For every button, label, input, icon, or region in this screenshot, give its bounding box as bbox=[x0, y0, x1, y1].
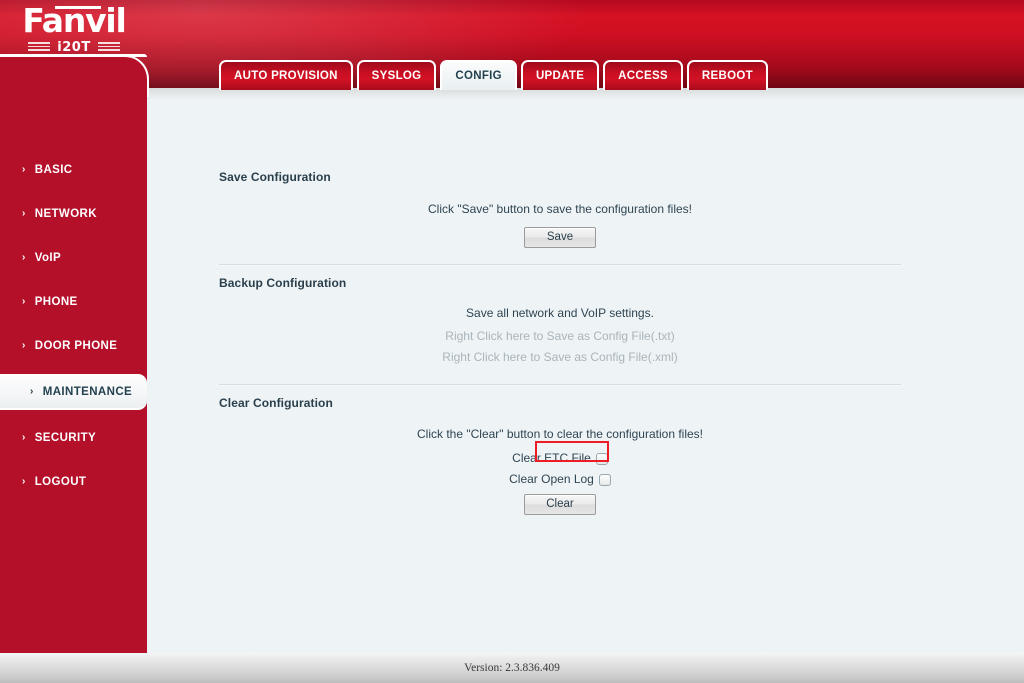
sidebar-item-network[interactable]: › NETWORK bbox=[0, 198, 147, 230]
clear-etc-file-label: Clear ETC File bbox=[512, 451, 591, 465]
sidebar-item-voip[interactable]: › VoIP bbox=[0, 242, 147, 274]
sidebar-item-label: PHONE bbox=[34, 296, 78, 308]
chevron-right-icon: › bbox=[30, 386, 34, 397]
chevron-right-icon: › bbox=[22, 476, 26, 487]
chevron-right-icon: › bbox=[22, 252, 26, 263]
logo-left-lines-icon bbox=[28, 42, 51, 53]
chevron-right-icon: › bbox=[22, 432, 26, 443]
content-area: Save Configuration Click "Save" button t… bbox=[147, 100, 1024, 653]
sidebar-top-cap-border bbox=[0, 55, 149, 97]
chevron-right-icon: › bbox=[22, 164, 26, 175]
section-divider bbox=[219, 264, 901, 266]
clear-configuration-title: Clear Configuration bbox=[219, 396, 333, 410]
sidebar-item-label: NETWORK bbox=[34, 208, 97, 220]
sidebar-item-label: LOGOUT bbox=[34, 476, 87, 488]
brand-wordmark: Fanvil bbox=[22, 4, 127, 38]
save-configuration-description: Click "Save" button to save the configur… bbox=[428, 202, 692, 216]
chevron-right-icon: › bbox=[22, 296, 26, 307]
brand-model-row: i20T bbox=[14, 40, 134, 55]
section-divider bbox=[219, 384, 901, 386]
tab-access[interactable]: ACCESS bbox=[603, 60, 683, 90]
backup-config-xml-link[interactable]: Right Click here to Save as Config File(… bbox=[219, 347, 901, 368]
logo-top-bar bbox=[55, 6, 102, 9]
clear-open-log-checkbox[interactable] bbox=[598, 473, 611, 486]
sidebar-item-label: VoIP bbox=[34, 252, 62, 264]
brand-logo: Fanvil i20T bbox=[14, 4, 134, 56]
sidebar-item-label: MAINTENANCE bbox=[42, 386, 133, 398]
clear-etc-file-checkbox[interactable] bbox=[595, 452, 608, 465]
tab-auto-provision[interactable]: AUTO PROVISION bbox=[219, 60, 353, 90]
tab-syslog[interactable]: SYSLOG bbox=[356, 60, 437, 90]
backup-config-txt-link[interactable]: Right Click here to Save as Config File(… bbox=[219, 326, 901, 347]
chevron-right-icon: › bbox=[22, 208, 26, 219]
page-footer: Version: 2.3.836.409 bbox=[0, 653, 1024, 683]
sidebar-nav: › BASIC › NETWORK › VoIP › PHONE › DOOR … bbox=[0, 96, 147, 653]
logo-right-lines-icon bbox=[97, 42, 120, 53]
sidebar-item-security[interactable]: › SECURITY bbox=[0, 422, 147, 454]
sidebar-item-label: SECURITY bbox=[34, 432, 97, 444]
save-configuration-title: Save Configuration bbox=[219, 170, 331, 184]
tab-reboot[interactable]: REBOOT bbox=[686, 60, 768, 90]
sidebar-item-label: DOOR PHONE bbox=[34, 340, 118, 352]
sidebar-item-logout[interactable]: › LOGOUT bbox=[0, 466, 147, 498]
sidebar-item-basic[interactable]: › BASIC bbox=[0, 154, 147, 186]
save-button[interactable]: Save bbox=[524, 227, 596, 248]
backup-configuration-title: Backup Configuration bbox=[219, 276, 347, 290]
sidebar-item-phone[interactable]: › PHONE bbox=[0, 286, 147, 318]
version-text: Version: 2.3.836.409 bbox=[464, 662, 560, 674]
sidebar-item-door-phone[interactable]: › DOOR PHONE bbox=[0, 330, 147, 362]
brand-model-text: i20T bbox=[57, 40, 91, 55]
backup-configuration-description: Save all network and VoIP settings. bbox=[466, 306, 654, 320]
tab-update[interactable]: UPDATE bbox=[520, 60, 600, 90]
sidebar-item-maintenance[interactable]: › MAINTENANCE bbox=[0, 374, 147, 410]
tab-config[interactable]: CONFIG bbox=[440, 60, 517, 90]
clear-button[interactable]: Clear bbox=[524, 494, 596, 515]
sidebar-item-label: BASIC bbox=[34, 164, 73, 176]
clear-configuration-description: Click the "Clear" button to clear the co… bbox=[417, 427, 703, 441]
chevron-right-icon: › bbox=[22, 340, 26, 351]
clear-open-log-label: Clear Open Log bbox=[509, 472, 594, 486]
main-tabs: AUTO PROVISION SYSLOG CONFIG UPDATE ACCE… bbox=[219, 60, 772, 90]
